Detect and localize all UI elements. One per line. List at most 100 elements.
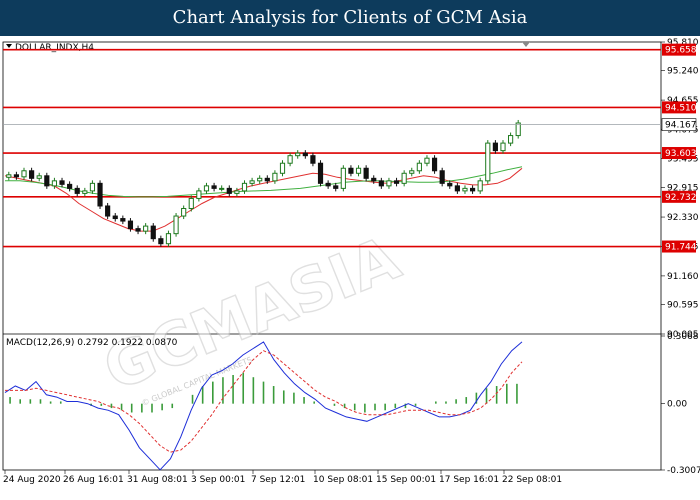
current-price-label: 94.167 <box>665 121 697 131</box>
candle-body <box>477 180 483 192</box>
candle-body <box>44 175 50 187</box>
candle-body <box>295 152 301 157</box>
macd-tick-label: 0.00 <box>667 400 687 410</box>
current-price: 94.167 <box>3 118 697 131</box>
candle-body <box>469 187 476 192</box>
x-tick-label: 3 Sep 00:01 <box>191 475 245 485</box>
candle-body <box>143 225 149 232</box>
candle-body <box>363 167 369 179</box>
x-tick-label: 10 Sep 08:01 <box>313 475 373 485</box>
candle-body <box>508 135 514 144</box>
y-tick-label: 92.330 <box>667 213 699 223</box>
price-axis: 95.81095.24094.65594.07593.49592.91592.3… <box>661 38 699 340</box>
candle-body <box>196 190 202 199</box>
watermark-text: GCMASIA <box>94 223 409 405</box>
candle-body <box>97 182 103 207</box>
level-label: 93.603 <box>665 149 697 159</box>
candle-body <box>36 175 42 179</box>
candle-body <box>462 187 468 192</box>
candle-body <box>500 142 506 152</box>
candle-body <box>492 142 498 152</box>
candle-body <box>74 187 80 194</box>
candle-body <box>348 167 354 174</box>
candle-body <box>226 187 232 194</box>
level-label: 95.658 <box>665 46 697 56</box>
candle-body <box>302 152 308 157</box>
candle-body <box>181 207 187 217</box>
candle-body <box>112 215 118 220</box>
candle-body <box>333 185 339 189</box>
candle-body <box>158 238 164 245</box>
candle-body <box>310 155 316 164</box>
candle-body <box>59 180 65 185</box>
x-tick-label: 17 Sep 16:01 <box>439 475 499 485</box>
candle-body <box>447 182 453 187</box>
macd-axis: 0.3068 0.00 -0.3007 <box>661 332 700 476</box>
candle-body <box>371 177 377 182</box>
candle-body <box>165 233 172 245</box>
candle-body <box>325 182 331 187</box>
x-tick-label: 31 Aug 08:01 <box>127 475 188 485</box>
candle-body <box>317 162 324 184</box>
candle-body <box>120 218 126 222</box>
chart-area: GCMASIA © GLOBAL CAPITAL MARKETS DOLLAR_… <box>2 38 700 485</box>
candle-body <box>264 177 270 182</box>
candle-body <box>424 157 430 164</box>
candle-body <box>219 187 225 190</box>
candle-body <box>135 228 141 232</box>
candle-body <box>173 215 179 235</box>
watermark: GCMASIA © GLOBAL CAPITAL MARKETS <box>94 222 411 407</box>
candle-body <box>89 182 96 192</box>
x-tick-label: 15 Sep 00:01 <box>376 475 436 485</box>
candle-body <box>249 180 255 184</box>
x-tick-label: 7 Sep 12:01 <box>251 475 305 485</box>
support-resistance-levels: 95.658 94.510 93.603 92.732 91.744 <box>3 43 697 253</box>
candle-body <box>51 180 58 187</box>
candle-body <box>211 185 217 189</box>
candle-body <box>409 170 415 174</box>
candle-body <box>287 155 293 164</box>
x-tick-label: 24 Aug 2020 <box>3 475 61 485</box>
dropdown-icon[interactable] <box>6 44 12 48</box>
candle-body <box>393 180 400 184</box>
level-label: 91.744 <box>665 243 697 253</box>
y-tick-label: 91.160 <box>667 272 699 282</box>
candle-body <box>454 185 460 192</box>
macd-line <box>4 341 523 471</box>
candle-body <box>6 174 12 178</box>
macd-tick-label: 0.3068 <box>667 332 699 342</box>
shift-marker-icon <box>522 42 530 47</box>
symbol-label[interactable]: DOLLAR_INDX,H4 <box>6 43 94 53</box>
y-tick-label: 90.595 <box>667 300 699 310</box>
candle-body <box>13 174 19 178</box>
page-header: Chart Analysis for Clients of GCM Asia <box>0 0 700 36</box>
candle-body <box>401 172 407 184</box>
candle-body <box>21 170 27 178</box>
candle-body <box>203 185 210 192</box>
candle-body <box>257 177 263 182</box>
candle-body <box>279 162 286 174</box>
candle-body <box>485 142 491 182</box>
symbol-text: DOLLAR_INDX,H4 <box>15 43 94 53</box>
time-axis: 24 Aug 2020 26 Aug 16:01 31 Aug 08:01 3 Sep… <box>3 470 562 485</box>
candle-body <box>386 180 392 187</box>
page-title: Chart Analysis for Clients of GCM Asia <box>172 7 528 28</box>
x-tick-label: 22 Sep 08:01 <box>502 475 562 485</box>
macd-tick-label: -0.3007 <box>667 466 700 476</box>
candle-body <box>378 180 384 187</box>
candle-body <box>188 197 194 209</box>
candle-body <box>105 205 111 217</box>
candle-body <box>234 190 240 194</box>
candle-body <box>272 172 278 182</box>
candle-body <box>439 170 445 184</box>
candle-body <box>82 190 88 194</box>
candle-body <box>127 220 134 230</box>
candle-body <box>29 170 35 179</box>
macd-histogram <box>9 372 518 413</box>
candle-body <box>431 157 438 172</box>
candle-body <box>67 183 73 189</box>
candle-body <box>340 167 346 189</box>
y-tick-label: 95.240 <box>667 67 699 77</box>
candle-body <box>241 182 248 192</box>
level-label: 92.732 <box>665 193 697 203</box>
